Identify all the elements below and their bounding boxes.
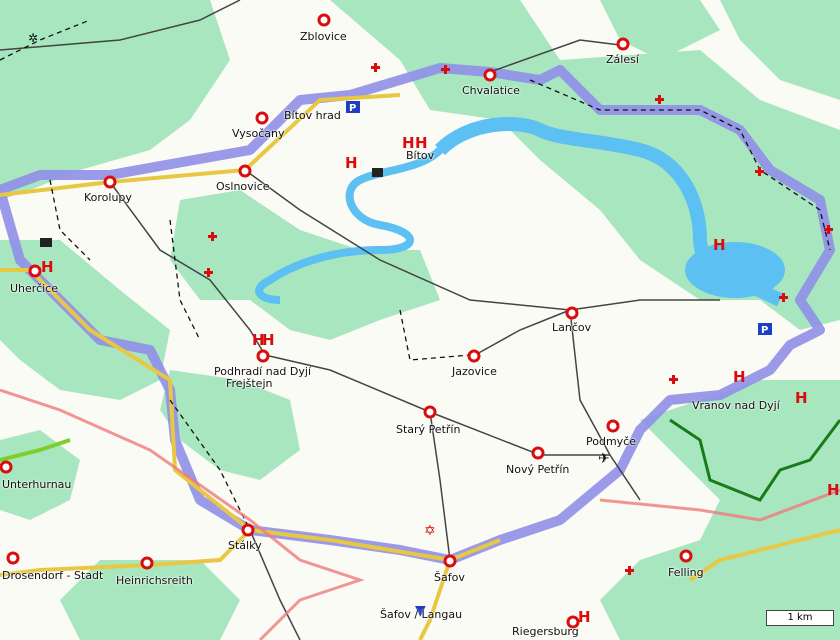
place-label: Heinrichsreith	[116, 574, 193, 587]
svg-text:P: P	[761, 325, 768, 336]
place-label: Zblovice	[300, 30, 347, 43]
place-label: Drosendorf - Stadt	[2, 569, 104, 582]
place-label: Oslnovice	[216, 180, 270, 193]
place-label: Chvalatice	[462, 84, 520, 97]
svg-text:H: H	[41, 258, 54, 276]
svg-text:✲: ✲	[28, 31, 38, 45]
svg-text:H: H	[795, 389, 808, 407]
svg-text:H: H	[713, 236, 726, 254]
forest-areas	[0, 0, 840, 640]
place-label: Šafov / Langau	[380, 608, 463, 621]
svg-text:H: H	[827, 481, 840, 499]
place-label: Bítov	[406, 149, 435, 162]
place-label: Starý Petřín	[396, 423, 461, 436]
place-label: Šafov	[434, 571, 465, 584]
place-label: Felling	[668, 566, 704, 579]
place-label: Vysočany	[232, 127, 285, 140]
place-label: Vranov nad Dyjí	[692, 399, 780, 412]
place-label: Frejštejn	[226, 377, 273, 390]
map-canvas[interactable]: HH H HHH HHH HH P P ✈ ✡ ▼ ✲	[0, 0, 840, 640]
place-label: Unterhurnau	[2, 478, 72, 491]
place-label: Bítov hrad	[284, 109, 341, 122]
svg-text:H: H	[733, 368, 746, 386]
scale-bar: 1 km	[766, 610, 834, 626]
place-label: Lančov	[552, 321, 592, 334]
place-label: Stálky	[228, 539, 262, 552]
svg-text:H: H	[262, 331, 275, 349]
place-label: Nový Petřín	[506, 463, 570, 476]
place-label: Zálesí	[606, 53, 639, 66]
svg-text:✡: ✡	[424, 523, 436, 539]
map-view[interactable]: HHH HHH HHH HH P P ✈ ✡ ▼ ✲ Zblovice Zále…	[0, 0, 840, 640]
place-label: Uherčice	[10, 282, 58, 295]
svg-text:H: H	[345, 154, 358, 172]
place-label: Riegersburg	[512, 625, 579, 638]
place-label: Jazovice	[452, 365, 497, 378]
svg-text:P: P	[349, 103, 356, 114]
reservoir	[685, 242, 785, 298]
place-label: Korolupy	[84, 191, 132, 204]
place-label: Podmyče	[586, 435, 636, 448]
svg-text:H: H	[578, 608, 591, 626]
svg-text:✈: ✈	[598, 451, 610, 467]
